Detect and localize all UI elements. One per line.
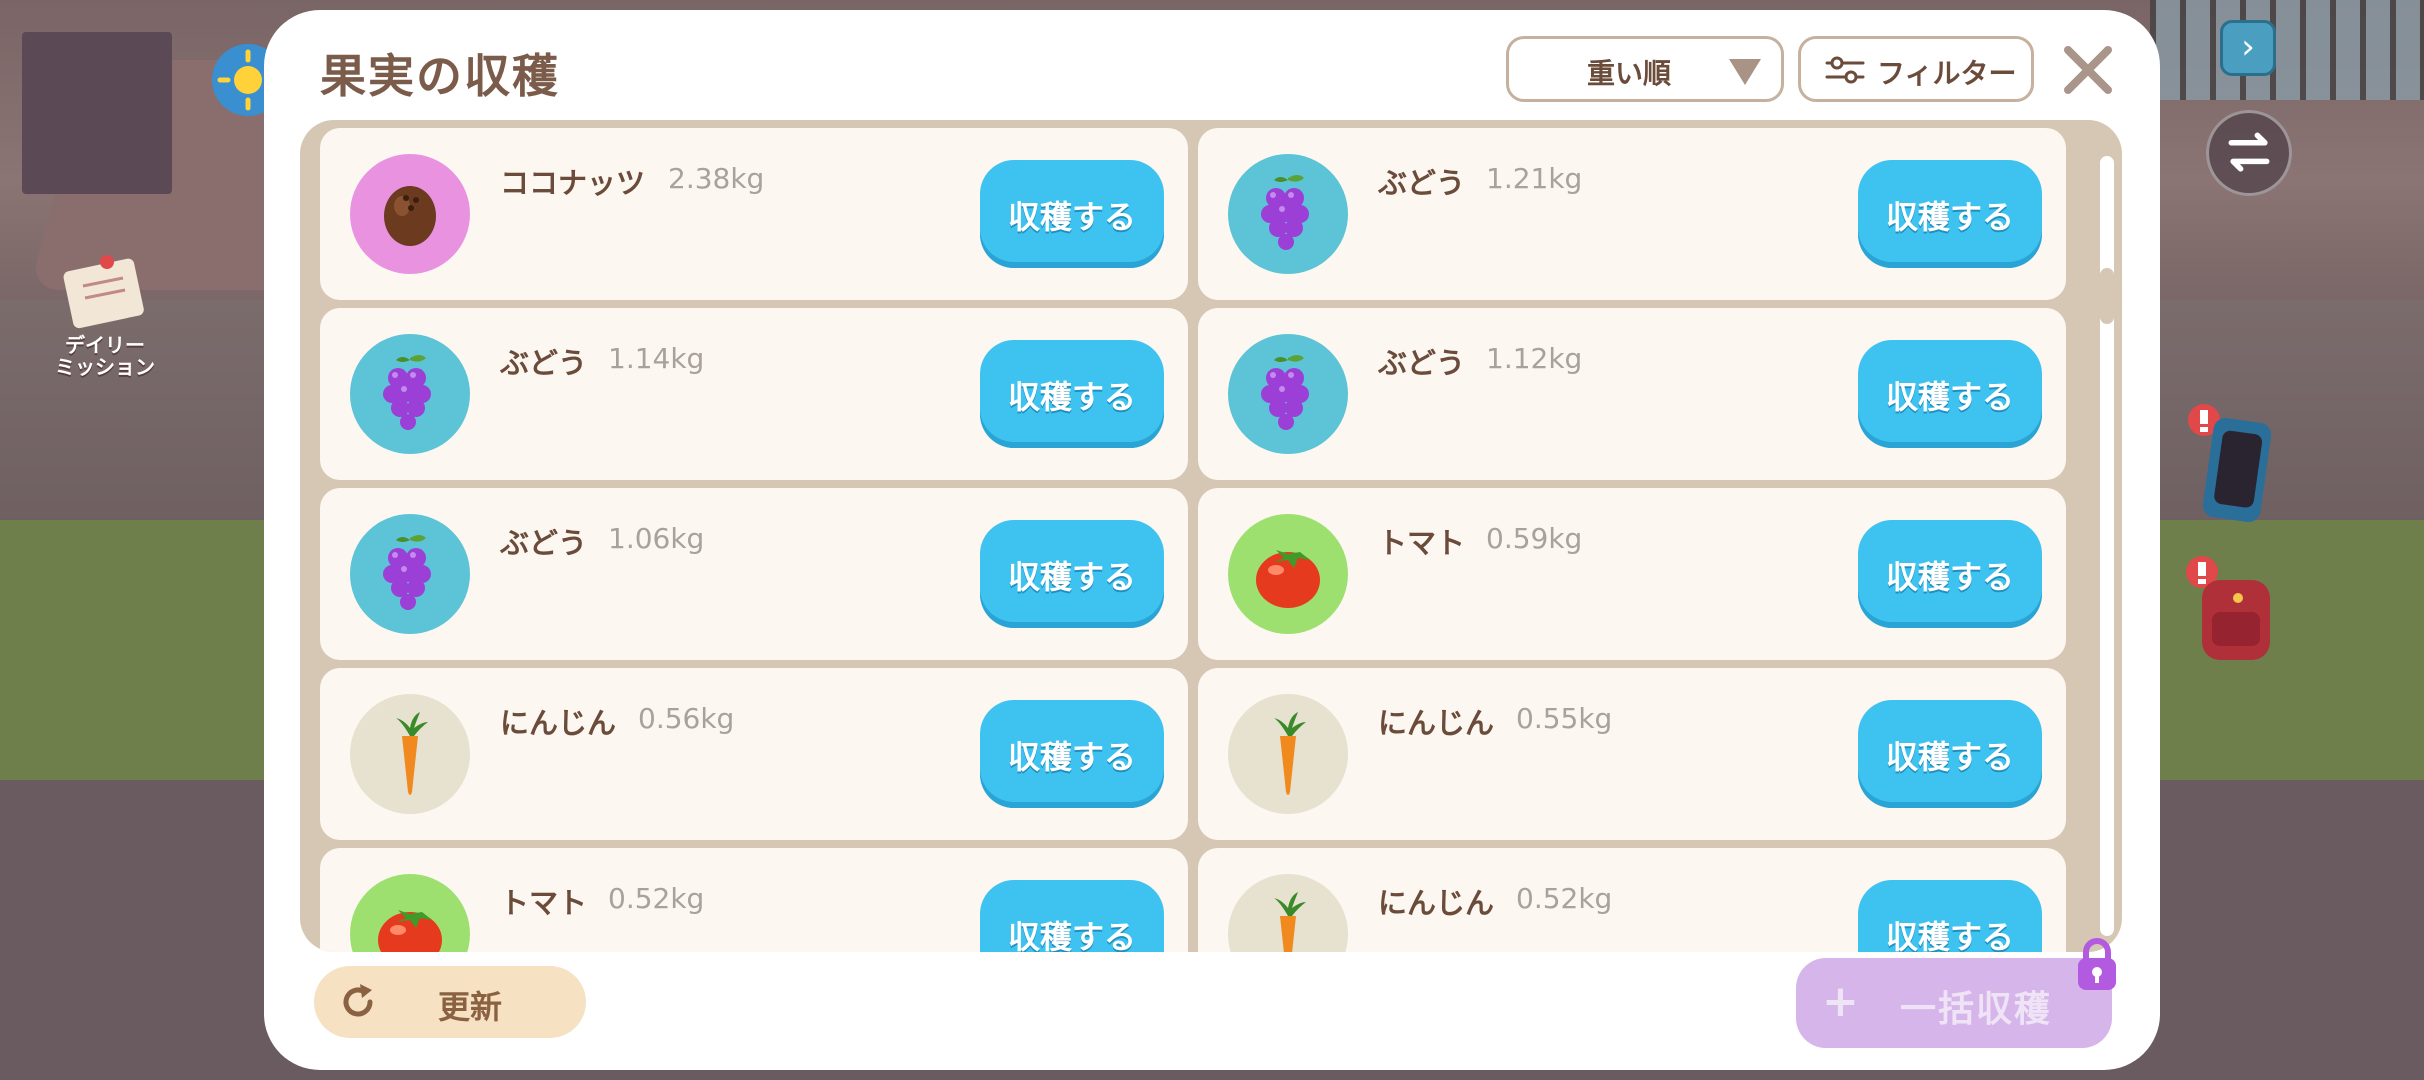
fruit-name: トマト (500, 886, 588, 920)
fruit-name: にんじん (1378, 886, 1495, 920)
sliders-icon (1825, 56, 1865, 84)
fruit-name: にんじん (1378, 706, 1495, 740)
fruit-harvest-dialog: 果実の収穫 重い順 フィルター ココナッツ 2.38kg 収穫する ぶどう 1.21kg… (264, 10, 2160, 1070)
fruit-icon-circle (1228, 874, 1348, 952)
carrot-icon (396, 712, 428, 795)
daily-mission-label: デイリー ミッション (55, 333, 155, 379)
fruit-card: ぶどう 1.12kg 収穫する (1198, 308, 2066, 480)
fruit-card: ぶどう 1.21kg 収穫する (1198, 128, 2066, 300)
harvest-button[interactable]: 収穫する (980, 340, 1164, 448)
plus-icon: + (1822, 976, 1859, 1027)
harvest-button[interactable]: 収穫する (980, 520, 1164, 628)
grape-icon (1261, 175, 1309, 250)
fruit-list-frame[interactable]: ココナッツ 2.38kg 収穫する ぶどう 1.21kg 収穫する ぶどう 1.14kg 収穫す… (300, 120, 2122, 952)
fruit-card: にんじん 0.55kg 収穫する (1198, 668, 2066, 840)
fruit-card: にんじん 0.52kg 収穫する (1198, 848, 2066, 952)
fruit-icon-circle (1228, 514, 1348, 634)
fruit-icon-circle (1228, 154, 1348, 274)
harvest-button[interactable]: 収穫する (1858, 880, 2042, 952)
harvest-button-label: 収穫する (1007, 558, 1136, 596)
filter-label: フィルター (1877, 57, 2017, 90)
bulk-harvest-label: 一括収穫 (1900, 989, 2053, 1030)
filter-button[interactable]: フィルター (1798, 36, 2034, 102)
clipboard-icon (63, 255, 144, 329)
fruit-card: ぶどう 1.06kg 収穫する (320, 488, 1188, 660)
fruit-name: ぶどう (1378, 166, 1466, 200)
refresh-button[interactable]: 更新 (314, 966, 586, 1038)
harvest-button-label: 収穫する (1885, 558, 2014, 596)
carrot-icon (1274, 892, 1306, 952)
harvest-button[interactable]: 収穫する (980, 160, 1164, 268)
tomato-icon (1256, 550, 1320, 608)
fruit-name: トマト (1378, 526, 1466, 560)
harvest-button-label: 収穫する (1007, 738, 1136, 776)
next-arrow-button[interactable]: › (2220, 20, 2276, 76)
carrot-icon (1274, 712, 1306, 795)
fruit-icon-circle (350, 874, 470, 952)
fruit-icon-circle (1228, 334, 1348, 454)
fruit-card: ココナッツ 2.38kg 収穫する (320, 128, 1188, 300)
fruit-icon-circle (350, 514, 470, 634)
refresh-icon (343, 984, 373, 1017)
fruit-icon-circle (350, 154, 470, 274)
fruit-weight: 0.59kg (1486, 522, 1583, 555)
swap-button[interactable] (2206, 110, 2292, 196)
backpack-icon[interactable] (2180, 550, 2280, 670)
bulk-harvest-button[interactable]: + 一括収穫 (1796, 958, 2112, 1048)
fruit-weight: 1.14kg (608, 342, 705, 375)
swap-arrows-icon (2228, 132, 2270, 172)
daily-mission-button[interactable]: デイリー ミッション (50, 250, 160, 378)
grape-icon (1261, 355, 1309, 430)
harvest-button-label: 収穫する (1885, 198, 2014, 236)
sort-dropdown[interactable]: 重い順 (1506, 36, 1784, 102)
sort-selected-label: 重い順 (1587, 57, 1672, 90)
fruit-card: ぶどう 1.14kg 収穫する (320, 308, 1188, 480)
harvest-button-label: 収穫する (1007, 918, 1136, 952)
harvest-button[interactable]: 収穫する (1858, 340, 2042, 448)
fruit-icon-circle (350, 334, 470, 454)
fruit-name: ぶどう (1378, 346, 1466, 380)
fruit-icon-circle (1228, 694, 1348, 814)
fruit-name: ココナッツ (500, 166, 646, 200)
harvest-button-label: 収穫する (1885, 738, 2014, 776)
fruit-card: トマト 0.59kg 収穫する (1198, 488, 2066, 660)
tomato-icon (378, 910, 442, 952)
fruit-card: トマト 0.52kg 収穫する (320, 848, 1188, 952)
fruit-weight: 0.55kg (1516, 702, 1613, 735)
fruit-weight: 2.38kg (668, 162, 765, 195)
grape-icon (383, 355, 431, 430)
harvest-button[interactable]: 収穫する (980, 700, 1164, 808)
harvest-button[interactable]: 収穫する (980, 880, 1164, 952)
fruit-weight: 1.21kg (1486, 162, 1583, 195)
harvest-button[interactable]: 収穫する (1858, 700, 2042, 808)
harvest-button-label: 収穫する (1885, 918, 2014, 952)
fruit-weight: 0.52kg (608, 882, 705, 915)
lock-icon (2078, 938, 2116, 990)
harvest-button-label: 収穫する (1007, 378, 1136, 416)
harvest-button-label: 収穫する (1007, 198, 1136, 236)
fence (2150, 0, 2424, 100)
harvest-button-label: 収穫する (1885, 378, 2014, 416)
dropdown-arrow-icon (1729, 59, 1761, 85)
phone-icon[interactable] (2186, 400, 2276, 540)
fruit-name: ぶどう (500, 346, 588, 380)
fruit-card: にんじん 0.56kg 収穫する (320, 668, 1188, 840)
close-icon[interactable] (2060, 42, 2116, 98)
fruit-name: にんじん (500, 706, 617, 740)
dialog-title: 果実の収穫 (320, 49, 560, 103)
grape-icon (383, 535, 431, 610)
fruit-weight: 0.52kg (1516, 882, 1613, 915)
scrollbar-thumb[interactable] (2100, 268, 2114, 324)
fruit-icon-circle (350, 694, 470, 814)
harvest-button[interactable]: 収穫する (1858, 520, 2042, 628)
harvest-button[interactable]: 収穫する (1858, 160, 2042, 268)
fruit-weight: 1.06kg (608, 522, 705, 555)
fruit-name: ぶどう (500, 526, 588, 560)
refresh-label: 更新 (438, 988, 503, 1026)
fruit-weight: 1.12kg (1486, 342, 1583, 375)
player-avatar[interactable] (22, 32, 172, 194)
coconut-icon (384, 186, 436, 246)
fruit-weight: 0.56kg (638, 702, 735, 735)
fruit-list: ココナッツ 2.38kg 収穫する ぶどう 1.21kg 収穫する ぶどう 1.14kg 収穫す… (320, 128, 2090, 952)
